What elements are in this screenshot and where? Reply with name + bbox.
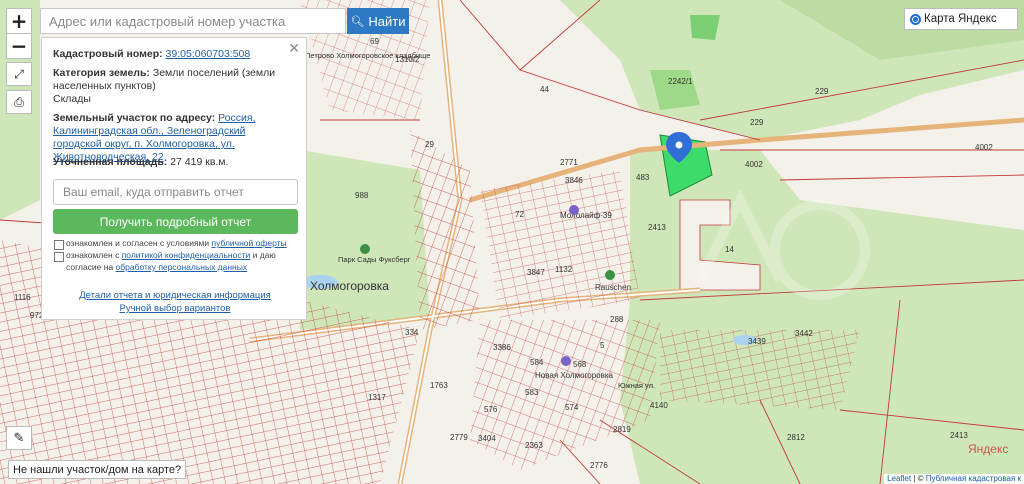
parcel-number-label: 3847	[527, 268, 545, 277]
parcel-number-label: 1132	[555, 265, 573, 274]
parcel-number-label: 229	[815, 87, 829, 96]
parcel-number-label: 576	[484, 405, 498, 414]
agree-offer-prefix: ознакомлен и согласен с условиями	[66, 238, 212, 248]
parcel-number-label: 29	[425, 140, 434, 149]
personal-data-link[interactable]: обработку персональных данных	[116, 262, 248, 272]
attribution: Leaflet | © Публичная кадастровая к	[884, 474, 1024, 484]
area-value: 27 419 кв.м.	[170, 156, 229, 168]
poi-rauschen-label: Rauschen	[595, 283, 631, 292]
park-icon[interactable]	[360, 244, 370, 254]
yandex-watermark: Яндекс	[968, 442, 1009, 456]
category-use: Склады	[53, 93, 91, 105]
parcel-number-label: 2779	[450, 433, 468, 442]
layer-selector[interactable]: Карта Яндекс	[904, 8, 1018, 30]
parcel-number-label: 229	[750, 118, 764, 127]
category-label: Категория земель:	[53, 67, 150, 79]
green-field-2	[690, 15, 720, 40]
layer-selector-label: Карта Яндекс	[924, 13, 997, 25]
search-input[interactable]	[40, 8, 346, 34]
parcel-number-label: 2413	[648, 223, 666, 232]
parcel-number-label: 988	[355, 191, 369, 200]
street-south-label: Южная ул.	[618, 381, 655, 390]
parcel-number-label: 3846	[565, 176, 583, 185]
parcel-number-label: 69	[370, 37, 379, 46]
zoom-in-button[interactable]: +	[6, 8, 32, 34]
parcel-number-label: 334	[405, 328, 419, 337]
park-label: Парк Сады Фуксберг	[338, 255, 411, 264]
parcel-number-label: 2363	[525, 441, 543, 450]
parcel-number-label: 4140	[650, 401, 668, 410]
agree-offer-text: ознакомлен и согласен с условиями публич…	[66, 237, 302, 249]
pkk-link[interactable]: Публичная кадастровая к	[926, 474, 1021, 483]
poi-molo-label: Мололайф-39	[560, 211, 612, 220]
print-icon[interactable]: ⎙	[6, 90, 32, 114]
parcel-number-label: 3439	[748, 337, 766, 346]
parcel-number-label: 2413	[950, 431, 968, 440]
cadastral-label: Кадастровый номер:	[53, 48, 163, 60]
parcel-number-label: 288	[610, 315, 624, 324]
poi-novaya-icon[interactable]	[561, 356, 571, 366]
layer-radio-icon[interactable]	[910, 13, 921, 25]
privacy-link[interactable]: политикой конфиденциальности	[122, 250, 251, 260]
town-label: Холмогоровка	[310, 279, 389, 293]
area-row: Уточненная площадь: 27 419 кв.м.	[53, 156, 297, 169]
parcel-number-label: 2812	[787, 433, 805, 442]
parcel-number-label: 3404	[478, 434, 496, 443]
parcel-number-label: 14	[725, 245, 734, 254]
parcel-number-label: 44	[540, 85, 549, 94]
attribution-sep: | ©	[911, 474, 926, 483]
parcel-number-label: 4002	[745, 160, 763, 169]
parcel-info-panel: ✕ Кадастровый номер: 39:05:060703:508 Ка…	[41, 37, 307, 320]
parcel-number-label: 2242/1	[668, 77, 693, 86]
parcel-number-label: 1763	[430, 381, 448, 390]
get-report-button[interactable]: Получить подробный отчет	[53, 209, 298, 234]
parcel-number-label: 1116	[14, 293, 31, 302]
poi-novaya-label: Новая Холмогоровка	[535, 371, 614, 380]
not-found-button[interactable]: Не нашли участок/дом на карте?	[8, 460, 187, 479]
search-button[interactable]: 🔍︎ Найти	[347, 8, 409, 34]
offer-link[interactable]: публичной оферты	[212, 238, 287, 248]
agree-privacy-text: ознакомлен с политикой конфиденциальност…	[66, 249, 302, 273]
cadastral-row: Кадастровый номер: 39:05:060703:508	[53, 48, 297, 61]
poi-rauschen-icon[interactable]	[605, 270, 615, 280]
parcel-number-label: 4002	[975, 143, 993, 152]
agree-offer-checkbox[interactable]	[54, 240, 64, 250]
parcel-number-label: 1310/2	[395, 55, 420, 64]
parcel-number-label: 583	[525, 388, 539, 397]
parcel-number-label: 574	[565, 403, 579, 412]
parcel-number-label: 5	[600, 341, 605, 350]
ruler-icon[interactable]: ✎	[6, 426, 32, 450]
agree-privacy-checkbox[interactable]	[54, 252, 64, 262]
parcel-number-label: 1317	[368, 393, 386, 402]
fullscreen-icon[interactable]: ⤢	[6, 62, 32, 86]
poi-molo-icon[interactable]	[569, 205, 579, 215]
search-button-label: Найти	[368, 13, 406, 29]
zoom-out-button[interactable]: −	[6, 33, 32, 59]
parcel-number-label: 584	[530, 358, 544, 367]
parcel-number-label: 568	[573, 360, 587, 369]
address-label: Земельный участок по адресу:	[53, 112, 216, 124]
parcel-number-label: 3442	[795, 329, 813, 338]
email-field[interactable]	[53, 179, 298, 205]
search-icon: 🔍︎	[350, 14, 365, 28]
category-row: Категория земель: Земли поселений (земли…	[53, 67, 297, 93]
details-link[interactable]: Детали отчета и юридическая информация	[42, 290, 308, 301]
agree-privacy-prefix: ознакомлен с	[66, 250, 122, 260]
parcel-number-label: 2771	[560, 158, 578, 167]
parcel-number-label: 2819	[613, 425, 631, 434]
parcel-number-label: 3386	[493, 343, 511, 352]
parcel-number-label: 483	[636, 173, 650, 182]
parcel-number-label: 2776	[590, 461, 608, 470]
cadastral-link[interactable]: 39:05:060703:508	[166, 48, 251, 60]
leaflet-link[interactable]: Leaflet	[887, 474, 911, 483]
manual-select-link[interactable]: Ручной выбор вариантов	[42, 303, 308, 314]
area-label: Уточненная площадь:	[53, 156, 168, 168]
parcel-number-label: 72	[515, 210, 524, 219]
